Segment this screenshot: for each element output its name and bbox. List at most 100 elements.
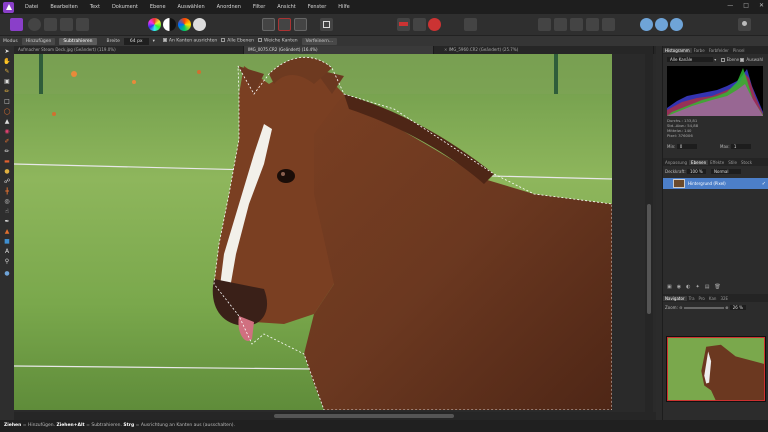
zoom-slider[interactable] [683, 307, 724, 309]
layer-visibility-icon[interactable]: ✓ [762, 181, 766, 187]
selection-brush-tool-icon[interactable]: ✏ [3, 88, 11, 96]
smudge-tool-icon[interactable]: ☝ [3, 208, 11, 216]
zoom-out-icon[interactable]: ⊖ [679, 305, 682, 310]
photo-persona-icon[interactable] [10, 18, 23, 31]
affinity-photo-logo-icon[interactable] [3, 1, 14, 13]
selection-invert-icon[interactable] [294, 18, 307, 31]
align-icon[interactable] [570, 18, 583, 31]
arrange-back-icon[interactable] [554, 18, 567, 31]
tab-transform[interactable]: Tra [687, 296, 697, 301]
freehand-select-tool-icon[interactable]: ◯ [3, 108, 11, 116]
tone-mapping-persona-icon[interactable] [60, 18, 73, 31]
pixel-tool-icon[interactable]: ✏ [3, 148, 11, 156]
export-persona-icon[interactable] [76, 18, 89, 31]
develop-persona-icon[interactable] [44, 18, 57, 31]
assistant-icon[interactable] [464, 18, 477, 31]
maximize-icon[interactable]: □ [743, 2, 749, 9]
mode-add-button[interactable]: Hinzufügen [21, 37, 56, 45]
healing-tool-icon[interactable]: ╋ [3, 188, 11, 196]
tab-protocol[interactable]: Pro [697, 296, 707, 301]
tab-stock[interactable]: Stock [739, 160, 754, 165]
tab-navigator[interactable]: Navigator [663, 295, 687, 301]
auto-contrast-icon[interactable] [163, 18, 176, 31]
dodge-tool-icon[interactable]: ● [3, 168, 11, 176]
refine-button[interactable]: Verfeinern... [301, 37, 338, 45]
soft-edges-checkbox[interactable]: Weiche Kanten [258, 38, 298, 44]
zoom-input[interactable]: 26 % [729, 305, 746, 310]
menu-fenster[interactable]: Fenster [302, 4, 333, 10]
transform-icon[interactable] [602, 18, 615, 31]
tab-farbfelder[interactable]: Farbfelder [707, 48, 731, 53]
menu-filter[interactable]: Filter [247, 4, 271, 10]
snap-edges-checkbox[interactable]: An Kanten ausrichten [162, 38, 217, 44]
gradient-tool-icon[interactable]: ◉ [3, 128, 11, 136]
snapping-icon[interactable] [640, 18, 653, 31]
quick-mask-icon[interactable] [320, 18, 333, 31]
crop-tool-icon[interactable]: ▣ [3, 78, 11, 86]
clone-tool-icon[interactable]: ☍ [3, 178, 11, 186]
levels-icon[interactable] [148, 18, 161, 31]
layer-row-background[interactable]: Hintergrund (Pixel) ✓ [663, 178, 768, 189]
view-tool-icon[interactable]: ✋ [3, 58, 11, 66]
menu-datei[interactable]: Datei [19, 4, 44, 10]
layer-add-icon[interactable]: ▣ [667, 284, 672, 290]
account-icon[interactable] [738, 18, 751, 31]
tab-histogram[interactable]: Histogramm [663, 47, 692, 53]
menu-ebene[interactable]: Ebene [144, 4, 172, 10]
navigator-thumbnail[interactable] [666, 336, 766, 402]
arrange-forward-icon[interactable] [538, 18, 551, 31]
minimize-icon[interactable]: — [727, 2, 733, 9]
tab-pinsel[interactable]: Pinsel [731, 48, 747, 53]
text-tool-icon[interactable]: A [3, 248, 11, 256]
view-mode-icon[interactable] [655, 18, 668, 31]
white-balance-icon[interactable] [193, 18, 206, 31]
paint-brush-tool-icon[interactable]: ✐ [3, 138, 11, 146]
auto-colors-icon[interactable] [178, 18, 191, 31]
liquify-persona-icon[interactable] [28, 18, 41, 31]
opacity-input[interactable]: 100 % [687, 169, 706, 174]
horizontal-scroll-thumb[interactable] [274, 414, 454, 418]
menu-bearbeiten[interactable]: Bearbeiten [44, 4, 83, 10]
erase-tool-icon[interactable]: ▬ [3, 158, 11, 166]
menu-auswaehlen[interactable]: Auswählen [172, 4, 211, 10]
vertical-scrollbar[interactable] [645, 54, 653, 418]
width-input[interactable]: 64 px [123, 37, 149, 45]
tab-aufmacher[interactable]: Aufmacher Steam Deck.jpg (Geändert) (119… [14, 46, 244, 54]
menu-ansicht[interactable]: Ansicht [271, 4, 301, 10]
tab-farbe[interactable]: Farbe [692, 48, 707, 53]
blur-tool-icon[interactable]: ◎ [3, 198, 11, 206]
all-layers-checkbox[interactable]: Alle Ebenen [221, 38, 254, 44]
menu-hilfe[interactable]: Hilfe [332, 4, 355, 10]
horizontal-scrollbar[interactable] [14, 412, 656, 420]
layer-stack-icon[interactable] [397, 18, 410, 31]
layer-mask-icon[interactable]: ◉ [677, 284, 681, 290]
mode-subtract-button[interactable]: Subtrahieren [59, 37, 97, 45]
tab-img-5960[interactable]: ✕ IMG_5960.CR2 (Geändert) (25.7%) [434, 46, 654, 54]
rectangle-tool-icon[interactable]: ■ [3, 238, 11, 246]
tab-anpassung[interactable]: Anpassung [663, 160, 689, 165]
tab-effekte[interactable]: Effekte [708, 160, 726, 165]
blend-mode-select[interactable]: Normal [711, 169, 742, 174]
canvas[interactable] [14, 54, 656, 418]
selection-cut-icon[interactable] [278, 18, 291, 31]
tab-ebenen[interactable]: Ebenen [689, 159, 709, 165]
zoom-tool-icon[interactable]: ⚲ [3, 258, 11, 266]
menu-dokument[interactable]: Dokument [106, 4, 144, 10]
auswahl-checkbox[interactable]: Auswahl [740, 57, 763, 62]
node-tool-icon[interactable]: ▲ [3, 228, 11, 236]
layer-delete-icon[interactable]: 🗑 [714, 284, 720, 290]
layer-adjust-icon[interactable]: ◐ [686, 284, 690, 290]
max-input[interactable]: 1 [730, 144, 751, 149]
channel-select[interactable]: Alle Kanäle [667, 57, 713, 62]
channels-icon[interactable] [413, 18, 426, 31]
marquee-tool-icon[interactable]: □ [3, 98, 11, 106]
tab-32e[interactable]: 32E [718, 296, 730, 301]
color-picker-icon[interactable] [428, 18, 441, 31]
move-tool-icon[interactable]: ➤ [3, 48, 11, 56]
close-icon[interactable]: ✕ [759, 2, 764, 9]
color-picker-tool-icon[interactable]: ✎ [3, 68, 11, 76]
min-input[interactable]: 0 [676, 144, 697, 149]
zoom-in-icon[interactable]: ⊕ [725, 305, 728, 310]
distribute-icon[interactable] [586, 18, 599, 31]
studio-link-icon[interactable] [670, 18, 683, 31]
